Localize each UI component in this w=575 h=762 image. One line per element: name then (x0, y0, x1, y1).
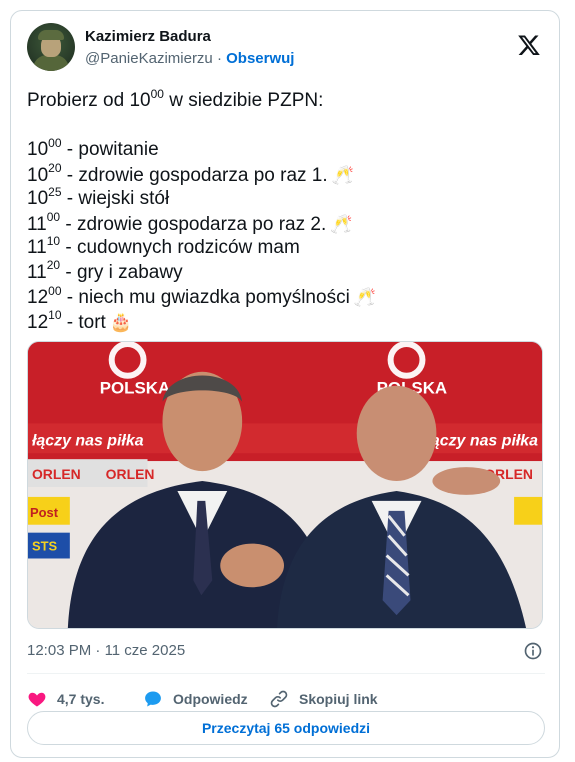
tweet-photo[interactable]: POLSKA POLSKA łączy nas piłka łączy nas … (27, 341, 543, 629)
link-icon (270, 690, 288, 708)
divider (27, 673, 545, 674)
separator: · (216, 50, 222, 67)
photo-banner-right: łączy nas piłka (426, 432, 538, 449)
photo-image: POLSKA POLSKA łączy nas piłka łączy nas … (28, 342, 542, 628)
meta-separator: · (95, 642, 101, 659)
schedule-list: 1000 - powitanie 1020 - zdrowie gospodarz… (27, 135, 547, 334)
x-logo-icon[interactable] (517, 33, 541, 57)
author-block: Kazimierz Badura @PanieKazimierzu · Obse… (85, 27, 294, 69)
reply-label: Odpowiedz (173, 691, 248, 707)
schedule-item: 1210 - tort 🎂 (27, 308, 133, 333)
schedule-item: 1110 - cudownych rodziców mam (27, 233, 300, 258)
avatar[interactable] (27, 23, 75, 71)
info-icon[interactable] (523, 641, 543, 661)
schedule-item: 1025 - wiejski stół (27, 184, 170, 209)
author-handle[interactable]: @PanieKazimierzu (85, 50, 213, 67)
schedule-item: 1020 - zdrowie gospodarza po raz 1. 🥂 (27, 161, 355, 186)
cheers-icon: 🥂 (353, 287, 377, 307)
photo-sponsor-orlen-left: ORLEN (32, 466, 81, 482)
tweet-meta: 12:03 PM · 11 cze 2025 (27, 641, 545, 661)
photo-logo-text-left: POLSKA (100, 379, 170, 398)
tweet-intro: Probierz od 1000 w siedzibie PZPN: (27, 86, 324, 111)
cake-icon: 🎂 (109, 311, 133, 332)
like-count: 4,7 tys. (57, 691, 105, 707)
photo-sponsor-sts: STS (32, 539, 58, 554)
cheers-icon: 🥂 (330, 213, 353, 234)
tweet-text: Probierz od 1000 w siedzibie PZPN: 1000 … (27, 86, 547, 334)
schedule-item: 1100 - zdrowie gospodarza po raz 2. 🥂 (27, 210, 353, 235)
photo-sponsor-post: Post (30, 505, 59, 520)
reply-icon (145, 691, 161, 707)
schedule-item: 1120 - gry i zabawy (27, 258, 183, 283)
cheers-icon: 🥂 (331, 164, 355, 185)
schedule-item: 1000 - powitanie (27, 135, 159, 160)
photo-sponsor-orlen-mid: ORLEN (106, 466, 155, 482)
author-name[interactable]: Kazimierz Badura (85, 27, 294, 47)
schedule-item: 1200 - niech mu gwiazdka pomyślności 🥂 (27, 283, 377, 308)
heart-icon (28, 692, 46, 707)
read-replies-button[interactable]: Przeczytaj 65 odpowiedzi (27, 711, 545, 745)
tweet-card: Kazimierz Badura @PanieKazimierzu · Obse… (10, 10, 560, 758)
tweet-header: Kazimierz Badura @PanieKazimierzu · Obse… (27, 23, 543, 73)
photo-banner-left: łączy nas piłka (32, 432, 144, 449)
copy-link-label: Skopiuj link (299, 691, 378, 707)
follow-button[interactable]: Obserwuj (226, 50, 294, 67)
tweet-time[interactable]: 12:03 PM (27, 642, 91, 659)
tweet-date[interactable]: 11 cze 2025 (105, 642, 186, 659)
